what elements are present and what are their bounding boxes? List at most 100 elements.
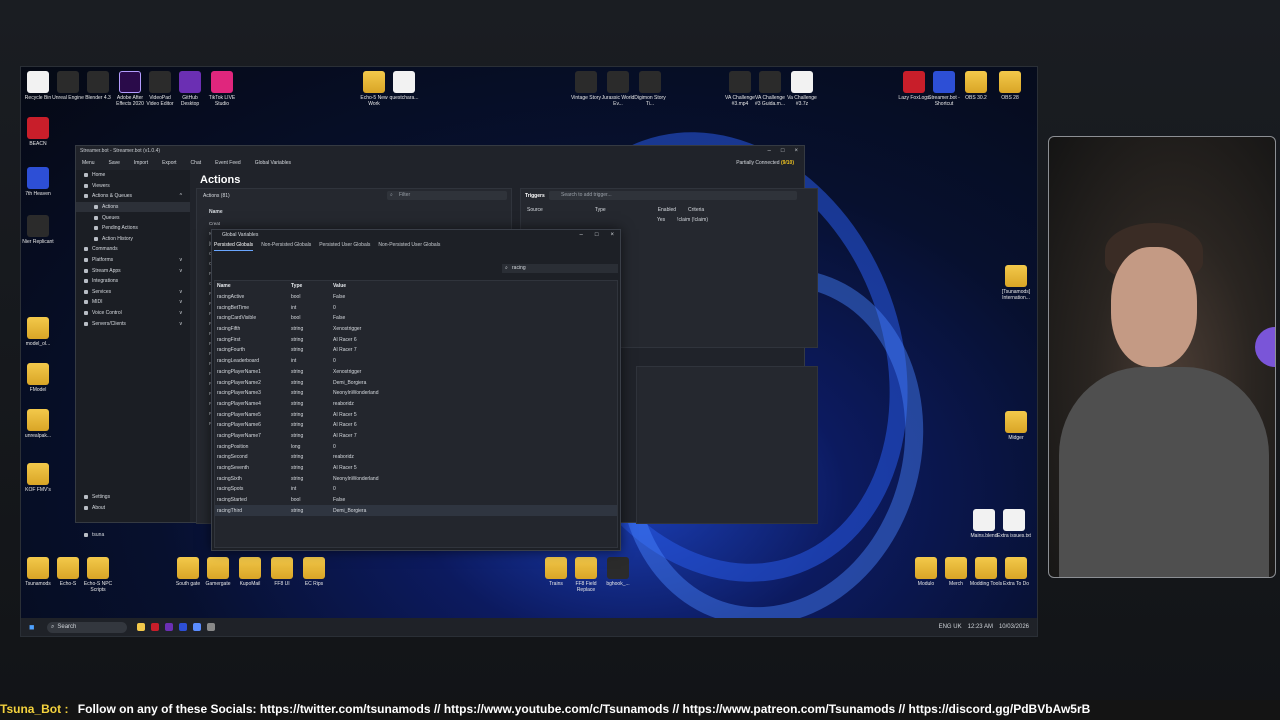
chat-button[interactable]: Chat xyxy=(191,160,202,166)
table-row[interactable]: racingStarted bool False xyxy=(215,495,617,506)
globals-search-input[interactable]: ⌕ racing xyxy=(502,264,618,273)
table-row[interactable]: racingLeaderboard int 0 xyxy=(215,356,617,367)
sidebar-item[interactable]: Home xyxy=(76,170,190,181)
desktop-icon[interactable]: Streamer.bot - Shortcut xyxy=(927,71,961,107)
tray-lang[interactable]: ENG UK xyxy=(939,624,962,630)
desktop-icon[interactable]: Digimon Story Ti... xyxy=(633,71,667,107)
desktop-icon[interactable]: [Tsunamods] Internation... xyxy=(999,265,1033,301)
export-button[interactable]: Export xyxy=(162,160,176,166)
maximize-icon[interactable]: □ xyxy=(595,232,599,238)
desktop-icon[interactable]: FModel xyxy=(21,363,55,393)
import-button[interactable]: Import xyxy=(134,160,148,166)
sidebar-item[interactable]: Services v xyxy=(76,287,190,298)
minimize-icon[interactable]: – xyxy=(580,232,583,238)
sidebar-item[interactable]: Pending Actions xyxy=(76,223,190,234)
desktop-icon[interactable]: Blender 4.3 xyxy=(81,71,115,101)
desktop-icon[interactable]: Unreal Engine xyxy=(51,71,85,101)
sidebar-item[interactable]: Viewers xyxy=(76,181,190,192)
desktop-icon[interactable]: OBS 30.2 xyxy=(959,71,993,101)
sidebar-item[interactable]: Servers/Clients v xyxy=(76,318,190,329)
desktop-icon[interactable]: FF8 UI xyxy=(265,557,299,587)
close-icon[interactable]: × xyxy=(794,148,798,154)
tab-globals[interactable]: Persisted User Globals xyxy=(319,242,370,250)
table-row[interactable]: racingPlayerName3 string NeonyInWonderland xyxy=(215,388,617,399)
tray-time[interactable]: 12:23 AM xyxy=(968,624,993,630)
action-row[interactable]: Creat xyxy=(209,219,224,229)
desktop-icon[interactable]: Nier Replicant xyxy=(21,215,55,245)
desktop-icon[interactable]: unrealpak... xyxy=(21,409,55,439)
table-row[interactable]: racingBetTime int 0 xyxy=(215,302,617,313)
table-row[interactable]: racingThird string Demi_Borgiera xyxy=(215,505,617,517)
desktop-icon[interactable]: KOF FMV's xyxy=(21,463,55,493)
table-row[interactable]: racingSecond string reaboridz xyxy=(215,452,617,463)
table-row[interactable]: racingFifth string Xenostrigger xyxy=(215,324,617,335)
sidebar-item[interactable]: Actions & Queues ^ xyxy=(76,191,190,202)
table-row[interactable]: racingFirst string AI Racer 6 xyxy=(215,334,617,345)
desktop-icon[interactable]: 7th Heaven xyxy=(21,167,55,197)
desktop-icon[interactable]: VideoPad Video Editor xyxy=(143,71,177,107)
window-titlebar[interactable]: Streamer.bot - Streamer.bot (v1.0.4) – □… xyxy=(76,146,804,156)
tray-date[interactable]: 10/03/2026 xyxy=(999,624,1029,630)
sidebar-item[interactable]: Commands xyxy=(76,244,190,255)
table-row[interactable]: racingPlayerName2 string Demi_Borgiera xyxy=(215,377,617,388)
desktop-icon[interactable]: model_ol... xyxy=(21,317,55,347)
gear-icon[interactable] xyxy=(207,623,215,631)
desktop-icon[interactable]: Echo-5 New Work xyxy=(357,71,391,107)
desktop-icon[interactable]: Echo-S xyxy=(51,557,85,587)
app-icon[interactable] xyxy=(179,623,187,631)
event-feed-button[interactable]: Event Feed xyxy=(215,160,241,166)
sidebar-item[interactable]: Platforms v xyxy=(76,255,190,266)
sidebar-item[interactable]: Integrations xyxy=(76,276,190,287)
trigger-search-input[interactable]: Search to add trigger... xyxy=(549,191,797,200)
sidebar-item[interactable]: Voice Control v xyxy=(76,308,190,319)
tab-globals[interactable]: Non-Persisted User Globals xyxy=(378,242,440,250)
sidebar-item[interactable]: Settings xyxy=(76,492,190,503)
user-menu[interactable]: tsuna xyxy=(76,530,190,541)
app-icon[interactable] xyxy=(165,623,173,631)
start-icon[interactable]: ■ xyxy=(29,622,34,632)
sidebar-item[interactable]: Actions xyxy=(76,201,190,213)
taskbar-search[interactable]: ⌕ Search xyxy=(47,621,127,633)
sidebar-item[interactable]: MIDI v xyxy=(76,297,190,308)
maximize-icon[interactable]: □ xyxy=(781,148,785,154)
table-row[interactable]: racingActive bool False xyxy=(215,292,617,303)
tab-globals[interactable]: Non-Persisted Globals xyxy=(261,242,311,250)
desktop-icon[interactable]: VA Challenge #3.mp4 xyxy=(723,71,757,107)
connection-status[interactable]: Partially Connected (9/10) xyxy=(736,160,804,166)
desktop-icon[interactable]: Extra To Do xyxy=(999,557,1033,587)
desktop-icon[interactable]: FF8 Field Replace xyxy=(569,557,603,593)
desktop-icon[interactable]: Jurassic World Ev... xyxy=(601,71,635,107)
file-explorer-icon[interactable] xyxy=(137,623,145,631)
table-row[interactable]: racingPlayerName4 string reaboridz xyxy=(215,399,617,410)
desktop-icon[interactable]: questchara... xyxy=(387,71,421,101)
table-row[interactable]: racingSeventh string AI Racer 5 xyxy=(215,463,617,474)
desktop-icon[interactable]: Mains.blend xyxy=(967,509,1001,539)
trigger-row[interactable]: Yes !claim (!claim) xyxy=(657,217,708,223)
desktop-icon[interactable]: Extra issues.txt xyxy=(997,509,1031,539)
actions-filter-input[interactable]: ⌕ Filter xyxy=(387,191,507,200)
dialog-titlebar[interactable]: Global Variables – □ × xyxy=(212,230,620,240)
desktop-icon[interactable]: South gate xyxy=(171,557,205,587)
desktop-icon[interactable]: KupoMail xyxy=(233,557,267,587)
desktop-icon[interactable]: EC Rips xyxy=(297,557,331,587)
minimize-icon[interactable]: – xyxy=(768,148,771,154)
desktop-icon[interactable]: Recycle Bin xyxy=(21,71,55,101)
tab-globals[interactable]: Persisted Globals xyxy=(214,242,254,251)
desktop-icon[interactable]: Adobe After Effects 2020 xyxy=(113,71,147,107)
desktop-icon[interactable]: Gamergate xyxy=(201,557,235,587)
sidebar-item[interactable]: Queues xyxy=(76,212,190,223)
desktop-icon[interactable]: Modulo xyxy=(909,557,943,587)
sidebar-item[interactable]: Stream Apps v xyxy=(76,265,190,276)
desktop-icon[interactable]: Va Challenge #3.7z xyxy=(785,71,819,107)
desktop-icon[interactable]: VA Challenge #3 Guida.m... xyxy=(753,71,787,107)
menu-button[interactable]: Menu xyxy=(82,160,95,166)
table-row[interactable]: racingPosition long 0 xyxy=(215,441,617,452)
table-row[interactable]: racingSpots int 0 xyxy=(215,484,617,495)
save-button[interactable]: Save xyxy=(109,160,120,166)
table-row[interactable]: racingPlayerName7 string AI Racer 7 xyxy=(215,431,617,442)
table-row[interactable]: racingCardVisible bool False xyxy=(215,313,617,324)
table-row[interactable]: racingFourth string AI Racer 7 xyxy=(215,345,617,356)
sidebar-item[interactable]: Action History xyxy=(76,234,190,245)
app-icon[interactable] xyxy=(151,623,159,631)
desktop-icon[interactable]: OBS 28 xyxy=(993,71,1027,101)
